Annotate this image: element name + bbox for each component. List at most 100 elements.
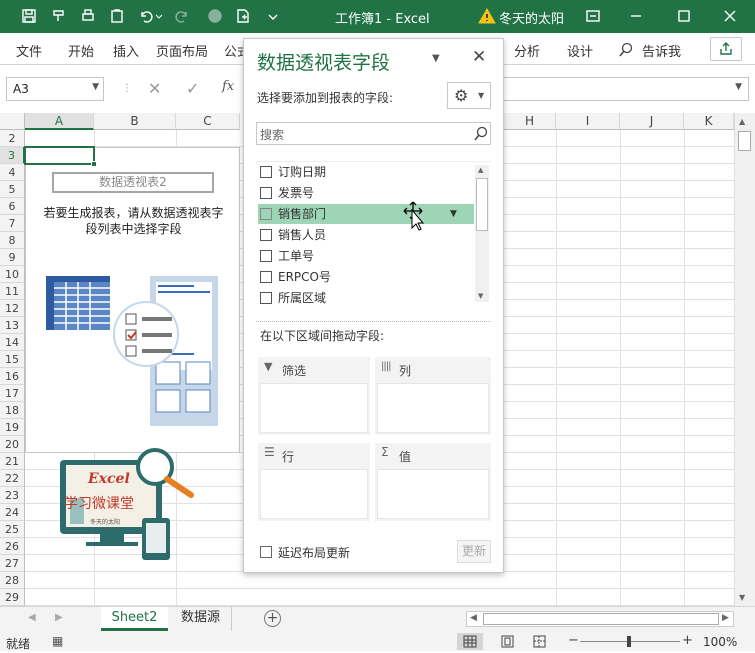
sheet-tab-sheet2[interactable]: Sheet2 [101, 607, 168, 631]
undo-icon[interactable] [136, 6, 166, 26]
row-header[interactable]: 12 [0, 300, 25, 317]
print-preview-icon[interactable] [77, 6, 99, 26]
horizontal-scroll-thumb[interactable] [483, 613, 719, 625]
field-checkbox[interactable] [260, 208, 272, 220]
column-header-h[interactable]: H [504, 113, 556, 130]
selected-cell-a3[interactable] [24, 146, 95, 165]
row-header[interactable]: 18 [0, 402, 25, 419]
record-icon[interactable] [204, 6, 226, 26]
save-icon[interactable] [18, 6, 40, 26]
maximize-icon[interactable] [673, 6, 695, 26]
field-list-scroll-thumb[interactable] [476, 178, 488, 231]
touch-mode-icon[interactable] [106, 6, 128, 26]
row-header[interactable]: 2 [0, 130, 25, 147]
ribbon-display-options-icon[interactable] [582, 6, 604, 26]
vertical-scroll-thumb[interactable] [738, 131, 751, 151]
field-checkbox[interactable] [260, 250, 272, 262]
columns-area[interactable]: |||| 列 [375, 357, 491, 435]
values-area[interactable]: Σ 值 [375, 443, 491, 521]
field-item[interactable]: 订购日期 [258, 162, 476, 182]
rows-drop-zone[interactable] [260, 469, 368, 519]
sheet-tab-data-source[interactable]: 数据源 [170, 607, 232, 631]
scroll-up-icon[interactable]: ▲ [739, 117, 745, 126]
format-painter-icon[interactable] [48, 6, 70, 26]
row-header[interactable]: 8 [0, 232, 25, 249]
zoom-slider-thumb[interactable] [627, 636, 631, 647]
values-drop-zone[interactable] [377, 469, 489, 519]
page-layout-view-icon[interactable] [498, 633, 518, 650]
filters-drop-zone[interactable] [260, 383, 368, 433]
column-header-a[interactable]: A [25, 113, 94, 130]
column-header-j[interactable]: J [620, 113, 684, 130]
new-file-icon[interactable] [232, 6, 254, 26]
select-all-corner[interactable] [0, 113, 25, 130]
row-header[interactable]: 17 [0, 385, 25, 402]
field-item[interactable]: ERPCO号 [258, 267, 476, 287]
close-window-icon[interactable] [719, 6, 741, 26]
field-checkbox[interactable] [260, 166, 272, 178]
normal-view-icon[interactable] [457, 633, 483, 650]
field-checkbox[interactable] [260, 229, 272, 241]
row-header[interactable]: 25 [0, 521, 25, 538]
row-header[interactable]: 28 [0, 572, 25, 589]
field-checkbox[interactable] [260, 292, 272, 304]
page-break-view-icon[interactable] [530, 633, 550, 650]
row-header[interactable]: 3 [0, 147, 25, 164]
row-header[interactable]: 4 [0, 164, 25, 181]
row-header[interactable]: 24 [0, 504, 25, 521]
row-header[interactable]: 19 [0, 419, 25, 436]
cancel-icon[interactable]: ✕ [148, 79, 161, 98]
column-header-c[interactable]: C [176, 113, 240, 130]
row-header[interactable]: 29 [0, 589, 25, 606]
column-header-k[interactable]: K [684, 113, 734, 130]
tab-insert[interactable]: 插入 [113, 41, 139, 60]
share-button[interactable] [710, 37, 742, 61]
warning-icon[interactable] [478, 7, 496, 25]
row-header[interactable]: 23 [0, 487, 25, 504]
field-item[interactable]: 销售人员 [258, 225, 476, 245]
defer-update-checkbox[interactable] [260, 546, 272, 558]
field-dropdown-icon[interactable]: ▼ [450, 204, 457, 224]
filters-area[interactable]: ▼ 筛选 [258, 357, 370, 435]
tab-analyze[interactable]: 分析 [514, 41, 540, 60]
row-header[interactable]: 9 [0, 249, 25, 266]
row-header[interactable]: 10 [0, 266, 25, 283]
row-header[interactable]: 13 [0, 317, 25, 334]
row-header[interactable]: 26 [0, 538, 25, 555]
tab-home[interactable]: 开始 [68, 41, 94, 60]
scroll-right-icon[interactable]: ▶ [722, 613, 729, 623]
vertical-scrollbar[interactable]: ▲ ▼ [734, 113, 755, 606]
column-header-i[interactable]: I [556, 113, 620, 130]
name-box[interactable]: A3 ▼ [6, 77, 104, 101]
zoom-in-icon[interactable]: + [682, 633, 693, 648]
row-header[interactable]: 15 [0, 351, 25, 368]
enter-icon[interactable]: ✓ [186, 79, 199, 98]
zoom-level[interactable]: 100% [703, 635, 737, 649]
row-header[interactable]: 22 [0, 470, 25, 487]
tab-page-layout[interactable]: 页面布局 [156, 41, 208, 60]
expand-formula-icon[interactable]: ▼ [735, 82, 742, 92]
pane-options-icon[interactable]: ▼ [432, 53, 440, 64]
scroll-down-icon[interactable]: ▼ [478, 292, 483, 300]
minimize-icon[interactable] [625, 6, 647, 26]
scroll-left-icon[interactable]: ◀ [470, 613, 477, 623]
rows-area[interactable]: ☰ 行 [258, 443, 370, 521]
row-header[interactable]: 16 [0, 368, 25, 385]
field-list-scrollbar[interactable]: ▲ ▼ [475, 165, 489, 302]
row-header[interactable]: 6 [0, 198, 25, 215]
row-header[interactable]: 14 [0, 334, 25, 351]
tools-button[interactable]: ⚙ ▼ [447, 82, 491, 109]
search-icon[interactable] [473, 126, 489, 142]
close-pane-icon[interactable]: ✕ [472, 47, 486, 67]
row-header[interactable]: 11 [0, 283, 25, 300]
scroll-tabs-left-icon[interactable]: ◀ [28, 612, 36, 623]
user-name[interactable]: 冬天的太阳 [499, 8, 564, 27]
search-input[interactable]: 搜索 [256, 122, 491, 145]
scroll-up-icon[interactable]: ▲ [478, 166, 483, 174]
customize-toolbar-icon[interactable] [262, 6, 284, 26]
redo-icon[interactable] [170, 6, 200, 26]
row-header[interactable]: 21 [0, 453, 25, 470]
scroll-tabs-right-icon[interactable]: ▶ [55, 612, 63, 623]
field-checkbox[interactable] [260, 187, 272, 199]
row-header[interactable]: 5 [0, 181, 25, 198]
